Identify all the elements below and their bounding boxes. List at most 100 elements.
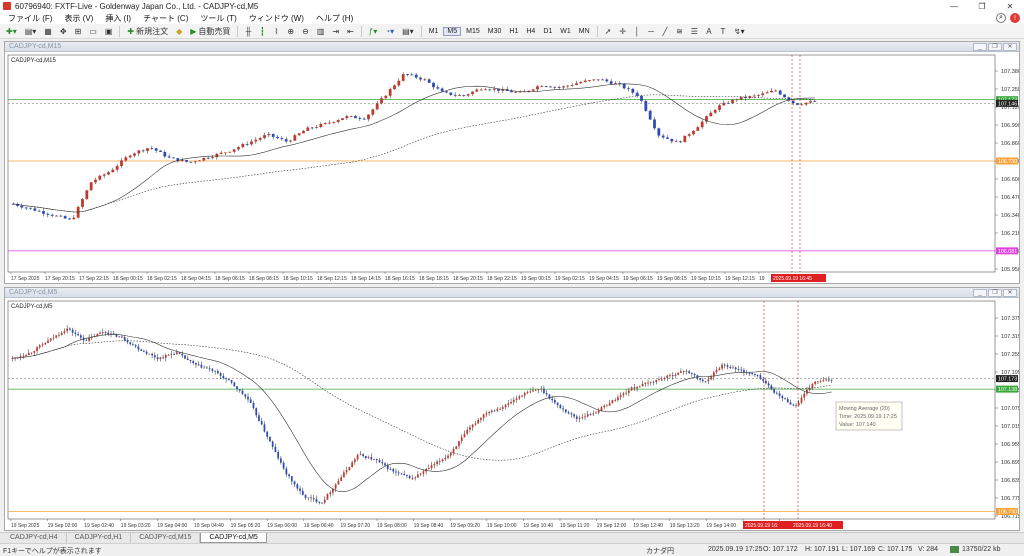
- templates-icon[interactable]: ▤▾: [399, 25, 417, 37]
- indicators-icon[interactable]: ƒ▾: [366, 25, 380, 37]
- zoom-out-icon[interactable]: ⊖: [299, 25, 312, 37]
- candle-body: [203, 367, 206, 369]
- menu-insert[interactable]: 挿入 (I): [99, 13, 137, 24]
- chart-close-button[interactable]: ✕: [1003, 289, 1017, 297]
- candle-body: [466, 429, 469, 434]
- candle-body: [180, 159, 184, 162]
- candlestick-icon[interactable]: ┇: [256, 25, 268, 37]
- tab-cadjpy-h4[interactable]: CADJPY-cd,H4: [2, 533, 67, 543]
- trendline-icon[interactable]: ╱: [659, 25, 671, 37]
- tf-m5[interactable]: M5: [443, 26, 462, 36]
- horizontal-line-icon[interactable]: ─: [645, 25, 657, 37]
- tab-cadjpy-m15[interactable]: CADJPY-cd,M15: [131, 533, 201, 543]
- price-chart-m5[interactable]: CADJPY-cd,M5107.375107.315107.255107.195…: [5, 299, 1019, 531]
- menu-file[interactable]: ファイル (F): [2, 13, 58, 24]
- periods-icon[interactable]: ◔▾: [382, 25, 397, 37]
- market-watch-icon[interactable]: ▦: [41, 25, 55, 37]
- chart-minimize-button[interactable]: _: [973, 289, 987, 297]
- crosshair-icon[interactable]: ✛: [616, 25, 629, 37]
- tf-w1[interactable]: W1: [557, 28, 574, 35]
- chart-restore-button[interactable]: ❐: [988, 43, 1002, 51]
- chart-close-button[interactable]: ✕: [1003, 43, 1017, 51]
- chart-window-m5[interactable]: CADJPY-cd,M5 _ ❐ ✕ CADJPY-cd,M5 107.375 10…: [4, 287, 1020, 531]
- candle-body: [206, 157, 210, 159]
- tf-m15[interactable]: M15: [463, 28, 483, 35]
- status-bar: F1キーでヘルプが表示されます カナダ円 2025.09.19 17:25 O:…: [0, 543, 1024, 555]
- candle-body: [674, 141, 678, 143]
- search-icon[interactable]: ⌕: [996, 13, 1006, 23]
- candle-body: [198, 160, 201, 162]
- profiles-icon[interactable]: ▤▾: [22, 25, 40, 37]
- green-level-line-label: 107.138: [998, 387, 1017, 393]
- bar-chart-icon[interactable]: ╫: [242, 25, 254, 37]
- menu-chart[interactable]: チャート (C): [137, 13, 194, 24]
- price-chart-m15[interactable]: CADJPY-cd,M15107.380107.250107.120106.99…: [5, 53, 1019, 284]
- tf-d1[interactable]: D1: [540, 28, 555, 35]
- time-tick-label: 17 Sep 20:15: [45, 276, 75, 282]
- menu-tools[interactable]: ツール (T): [194, 13, 242, 24]
- tab-cadjpy-h1[interactable]: CADJPY-cd,H1: [67, 533, 132, 543]
- tf-mn[interactable]: MN: [576, 28, 593, 35]
- chart-shift-icon[interactable]: ⇤: [344, 25, 357, 37]
- tf-m1[interactable]: M1: [426, 28, 442, 35]
- close-button[interactable]: ✕: [996, 0, 1024, 12]
- data-window-icon[interactable]: ✥: [57, 25, 70, 37]
- auto-trading-button[interactable]: ▶ 自動売買: [187, 25, 233, 37]
- candle-body: [800, 397, 803, 403]
- chart-window-m15[interactable]: CADJPY-cd,M15 _ ❐ ✕ CADJPY-cd,M15 107.380…: [4, 41, 1020, 284]
- candle-body: [471, 424, 474, 428]
- line-chart-icon[interactable]: ⌇: [270, 25, 282, 37]
- candle-body: [22, 355, 25, 357]
- channel-icon[interactable]: ≋: [673, 25, 686, 37]
- candle-body: [699, 378, 701, 380]
- metaeditor-icon[interactable]: ◆: [173, 25, 185, 37]
- candle-body: [713, 109, 717, 113]
- terminal-icon[interactable]: ▭: [86, 25, 100, 37]
- candle-body: [559, 405, 562, 409]
- candle-body: [819, 381, 822, 383]
- candle-body: [189, 359, 192, 361]
- chart-minimize-button[interactable]: _: [973, 43, 987, 51]
- candle-body: [364, 455, 367, 459]
- text-label-icon[interactable]: T: [717, 25, 729, 37]
- tab-cadjpy-m5[interactable]: CADJPY-cd,M5: [200, 533, 267, 543]
- time-tick-label: 19 Sep 14:00: [706, 523, 736, 529]
- menu-view[interactable]: 表示 (V): [58, 13, 99, 24]
- candle-body: [216, 371, 219, 374]
- tf-m30[interactable]: M30: [485, 28, 505, 35]
- tile-windows-icon[interactable]: ▥: [314, 25, 328, 37]
- tester-icon[interactable]: ▣: [102, 25, 116, 37]
- navigator-icon[interactable]: ⊞: [72, 25, 85, 37]
- candle-body: [323, 122, 327, 124]
- candle-body: [186, 358, 189, 360]
- time-tick-label: 18 Sep 00:15: [113, 276, 143, 282]
- chart-restore-button[interactable]: ❐: [988, 289, 1002, 297]
- candle-body: [302, 130, 305, 134]
- candle-body: [427, 468, 430, 470]
- cursor-icon[interactable]: ➚: [602, 25, 615, 37]
- minimize-button[interactable]: —: [940, 0, 968, 12]
- new-chart-icon[interactable]: ✚▾: [3, 25, 20, 37]
- text-tool-icon[interactable]: A: [703, 25, 715, 37]
- tf-h4[interactable]: H4: [523, 28, 538, 35]
- price-tick-label: 106.990: [1001, 123, 1019, 129]
- fibonacci-icon[interactable]: ☰: [688, 25, 701, 37]
- autoscroll-icon[interactable]: ⇥: [329, 25, 342, 37]
- time-tick-label: 19 Sep 00:15: [521, 276, 551, 282]
- arrows-icon[interactable]: ↯▾: [731, 25, 748, 37]
- candle-body: [649, 381, 652, 383]
- zoom-in-icon[interactable]: ⊕: [284, 25, 297, 37]
- menu-help[interactable]: ヘルプ (H): [310, 13, 359, 24]
- chart-caption-title: CADJPY-cd,M15: [9, 43, 62, 50]
- candle-body: [767, 383, 770, 386]
- candle-body: [159, 357, 162, 360]
- new-order-button[interactable]: ✚ 新規注文: [124, 25, 171, 37]
- candle-body: [185, 159, 188, 162]
- tf-h1[interactable]: H1: [506, 28, 521, 35]
- alert-icon[interactable]: !: [1010, 13, 1020, 23]
- menu-window[interactable]: ウィンドウ (W): [243, 13, 310, 24]
- vertical-line-icon[interactable]: │: [631, 25, 643, 37]
- candle-body: [477, 419, 480, 424]
- restore-button[interactable]: ❐: [968, 0, 996, 12]
- candle-body: [627, 88, 630, 90]
